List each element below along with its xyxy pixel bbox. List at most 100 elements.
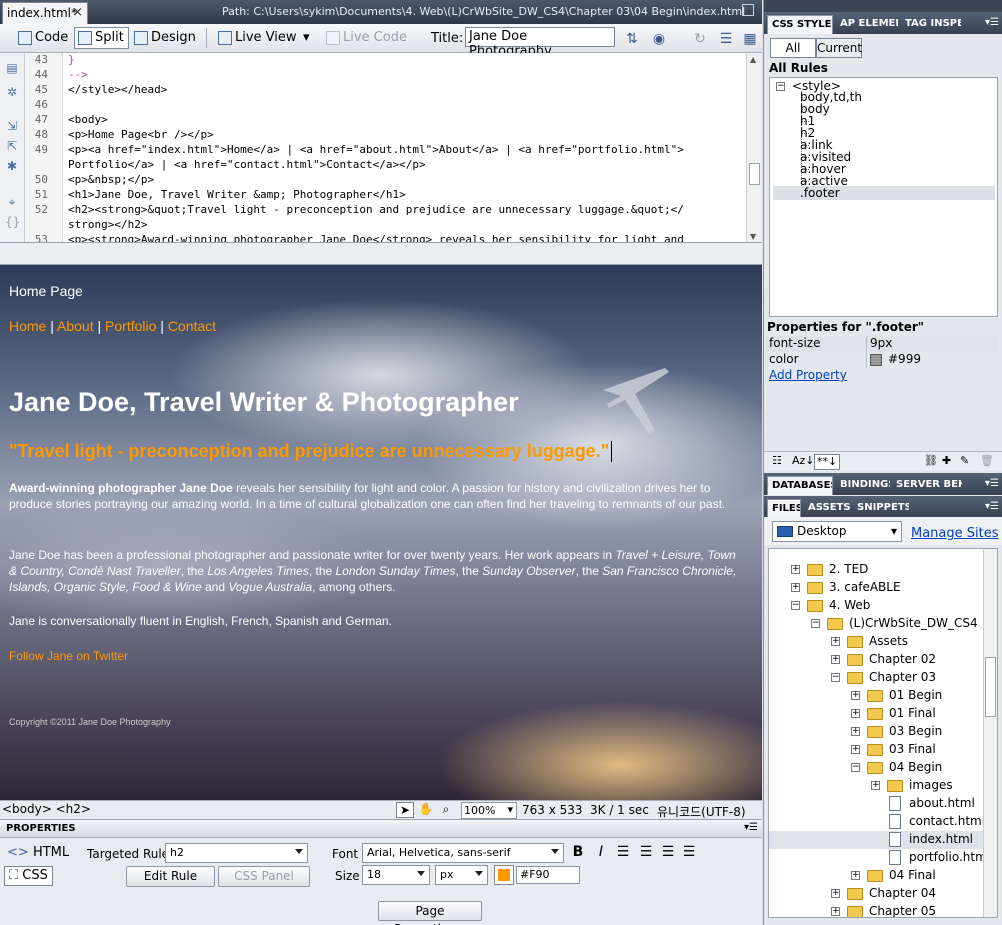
code-view[interactable]: ▤ ✲ ⇲ ⇱ ✱ ⌖ {} 43 44 45 46 47 48 49 50 51 52 53 } -… bbox=[0, 53, 762, 243]
folder-item[interactable]: − 04 Begin bbox=[851, 759, 983, 777]
nav-contact-link[interactable]: Contact bbox=[168, 318, 216, 334]
html-mode-button[interactable]: <> HTML bbox=[3, 844, 73, 864]
align-left-icon[interactable]: ☰ bbox=[615, 844, 631, 860]
folder-item[interactable]: − (L)CrWbSite_DW_CS4 bbox=[811, 615, 983, 633]
tab-snippets[interactable]: SNIPPETS bbox=[853, 499, 909, 518]
nav-about-link[interactable]: About bbox=[57, 318, 94, 334]
select-parent-tag-icon[interactable]: ⌖ bbox=[5, 195, 19, 209]
expand-icon[interactable]: + bbox=[831, 655, 840, 664]
collapse-icon[interactable]: − bbox=[851, 763, 860, 772]
panel-menu-icon[interactable]: ▾☰ bbox=[985, 478, 999, 489]
code-line[interactable]: </style></head> bbox=[68, 83, 167, 96]
open-documents-icon[interactable]: ▤ bbox=[5, 61, 19, 75]
preview-in-browser-icon[interactable]: ◉ bbox=[651, 31, 667, 47]
twitter-link[interactable]: Follow Jane on Twitter bbox=[9, 649, 128, 663]
panel-menu-icon[interactable]: ▾☰ bbox=[744, 822, 758, 833]
code-scrollbar[interactable]: ▲ ▼ bbox=[746, 53, 762, 242]
category-view-icon[interactable]: ☷ bbox=[772, 454, 782, 470]
hand-tool-icon[interactable]: ✋ bbox=[417, 802, 435, 818]
folder-item[interactable]: +03 Final bbox=[851, 741, 983, 759]
font-select[interactable]: Arial, Helvetica, sans-serif bbox=[362, 843, 564, 863]
tag-selector[interactable]: <body> <h2> bbox=[2, 802, 91, 816]
files-tree[interactable]: +2. TED +3. cafeABLE −4. Web − (L)CrWbSite_D… bbox=[768, 548, 998, 918]
files-scrollbar[interactable] bbox=[983, 549, 997, 917]
tab-server-behaviors[interactable]: SERVER BEHAVIORS bbox=[892, 476, 962, 495]
tab-ap-elements[interactable]: AP ELEMENTS bbox=[836, 15, 898, 34]
css-panel-button[interactable]: CSS Panel bbox=[218, 866, 310, 887]
delete-rule-icon[interactable]: 🗑 bbox=[980, 454, 994, 470]
refresh-icon[interactable]: ↻ bbox=[692, 31, 708, 47]
folder-item[interactable]: − Chapter 03 bbox=[831, 669, 983, 687]
manage-sites-link[interactable]: Manage Sites bbox=[911, 526, 999, 541]
design-view-button[interactable]: Design bbox=[130, 27, 201, 49]
bold-icon[interactable]: B bbox=[570, 844, 586, 860]
collapse-selection-icon[interactable]: ⇱ bbox=[5, 139, 19, 153]
page-properties-button[interactable]: Page Properties... bbox=[378, 901, 482, 925]
folder-item[interactable]: + Chapter 04 bbox=[831, 885, 983, 903]
collapse-icon[interactable]: − bbox=[811, 619, 820, 628]
folder-item[interactable]: +04 Final bbox=[851, 867, 983, 885]
code-text[interactable]: } --> </style></head> <body> <p>Home Page<br… bbox=[68, 53, 744, 242]
current-button[interactable]: Current bbox=[816, 38, 862, 58]
italic-icon[interactable]: I bbox=[593, 844, 609, 860]
alphabetical-view-icon[interactable]: Az↓ bbox=[792, 454, 815, 470]
code-line[interactable]: <h1>Jane Doe, Travel Writer &amp; Photog… bbox=[68, 188, 406, 201]
css-rules-tree[interactable]: − <style> body,td,th body h1 h2 a:link a:visi… bbox=[769, 77, 998, 317]
expand-icon[interactable]: + bbox=[851, 871, 860, 880]
folder-item[interactable]: + Chapter 05 bbox=[831, 903, 983, 917]
site-select[interactable]: Desktop ▾ bbox=[772, 521, 902, 542]
code-view-button[interactable]: Code bbox=[14, 27, 73, 49]
expand-icon[interactable]: + bbox=[791, 583, 800, 592]
scroll-up-icon[interactable]: ▲ bbox=[750, 55, 756, 64]
tab-files[interactable]: FILES bbox=[767, 499, 801, 518]
folder-item[interactable]: + images bbox=[871, 777, 983, 795]
expand-icon[interactable]: + bbox=[851, 727, 860, 736]
tab-databases[interactable]: DATABASES bbox=[767, 476, 833, 495]
code-line[interactable]: } bbox=[68, 53, 75, 66]
files-scroll-thumb[interactable] bbox=[985, 657, 996, 717]
new-css-rule-icon[interactable]: ✚ bbox=[942, 454, 951, 470]
css-mode-button[interactable]: ⛶ CSS bbox=[4, 866, 53, 886]
expand-icon[interactable]: + bbox=[831, 889, 840, 898]
select-tool-icon[interactable]: ➤ bbox=[396, 802, 414, 818]
code-line[interactable]: <body> bbox=[68, 113, 108, 126]
edit-rule-button[interactable]: Edit Rule bbox=[126, 866, 215, 887]
page-subheading[interactable]: "Travel light - preconception and prejud… bbox=[9, 441, 613, 462]
title-input[interactable]: Jane Doe Photography bbox=[465, 27, 615, 59]
expand-icon[interactable]: + bbox=[871, 781, 880, 790]
scroll-down-icon[interactable]: ▼ bbox=[750, 232, 756, 241]
size-select[interactable]: 18 bbox=[362, 865, 430, 885]
live-view-dropdown[interactable]: ▾ bbox=[298, 27, 315, 49]
expand-icon[interactable]: + bbox=[851, 709, 860, 718]
color-input[interactable]: #F90 bbox=[516, 866, 580, 884]
css-rule-item[interactable]: .footer bbox=[773, 186, 995, 200]
zoom-select[interactable]: 100% ▾ bbox=[461, 802, 517, 819]
folder-item[interactable]: + Chapter 02 bbox=[831, 651, 983, 669]
code-line[interactable]: <p><a href="index.html">Home</a> | <a hr… bbox=[68, 143, 684, 156]
live-code-button[interactable]: Live Code bbox=[322, 27, 412, 49]
expand-icon[interactable]: + bbox=[791, 565, 800, 574]
property-row-color[interactable]: color #999 bbox=[766, 352, 999, 368]
design-view[interactable]: Home Page Home | About | Portfolio | Con… bbox=[0, 265, 762, 800]
file-item[interactable]: contact.html bbox=[871, 813, 985, 831]
justify-icon[interactable]: ☰ bbox=[681, 844, 697, 860]
live-view-button[interactable]: Live View bbox=[214, 27, 302, 49]
file-item[interactable]: index.html bbox=[769, 831, 983, 849]
color-picker[interactable] bbox=[494, 865, 514, 885]
color-swatch[interactable] bbox=[870, 354, 882, 366]
code-line[interactable]: Portfolio</a> | <a href="contact.html">C… bbox=[68, 158, 426, 171]
tab-css-styles[interactable]: CSS STYLES bbox=[767, 15, 833, 34]
tab-tag-inspector[interactable]: TAG INSPECTOR bbox=[901, 15, 961, 34]
attach-style-sheet-icon[interactable]: ⛓ bbox=[924, 454, 938, 470]
restore-window-icon[interactable] bbox=[742, 4, 754, 16]
code-line[interactable]: <p><strong>Award-winning photographer Ja… bbox=[68, 233, 684, 242]
panel-menu-icon[interactable]: ▾☰ bbox=[985, 501, 999, 512]
unit-select[interactable]: px bbox=[435, 865, 488, 885]
set-properties-view-icon[interactable]: **↓ bbox=[814, 454, 841, 470]
visual-aids-icon[interactable]: ▦ bbox=[742, 31, 758, 47]
folder-item[interactable]: +01 Final bbox=[851, 705, 983, 723]
code-line[interactable]: <p>&nbsp;</p> bbox=[68, 173, 154, 186]
expand-icon[interactable]: + bbox=[831, 907, 840, 916]
folder-item[interactable]: +3. cafeABLE bbox=[791, 579, 983, 597]
close-icon[interactable]: × bbox=[72, 5, 83, 20]
